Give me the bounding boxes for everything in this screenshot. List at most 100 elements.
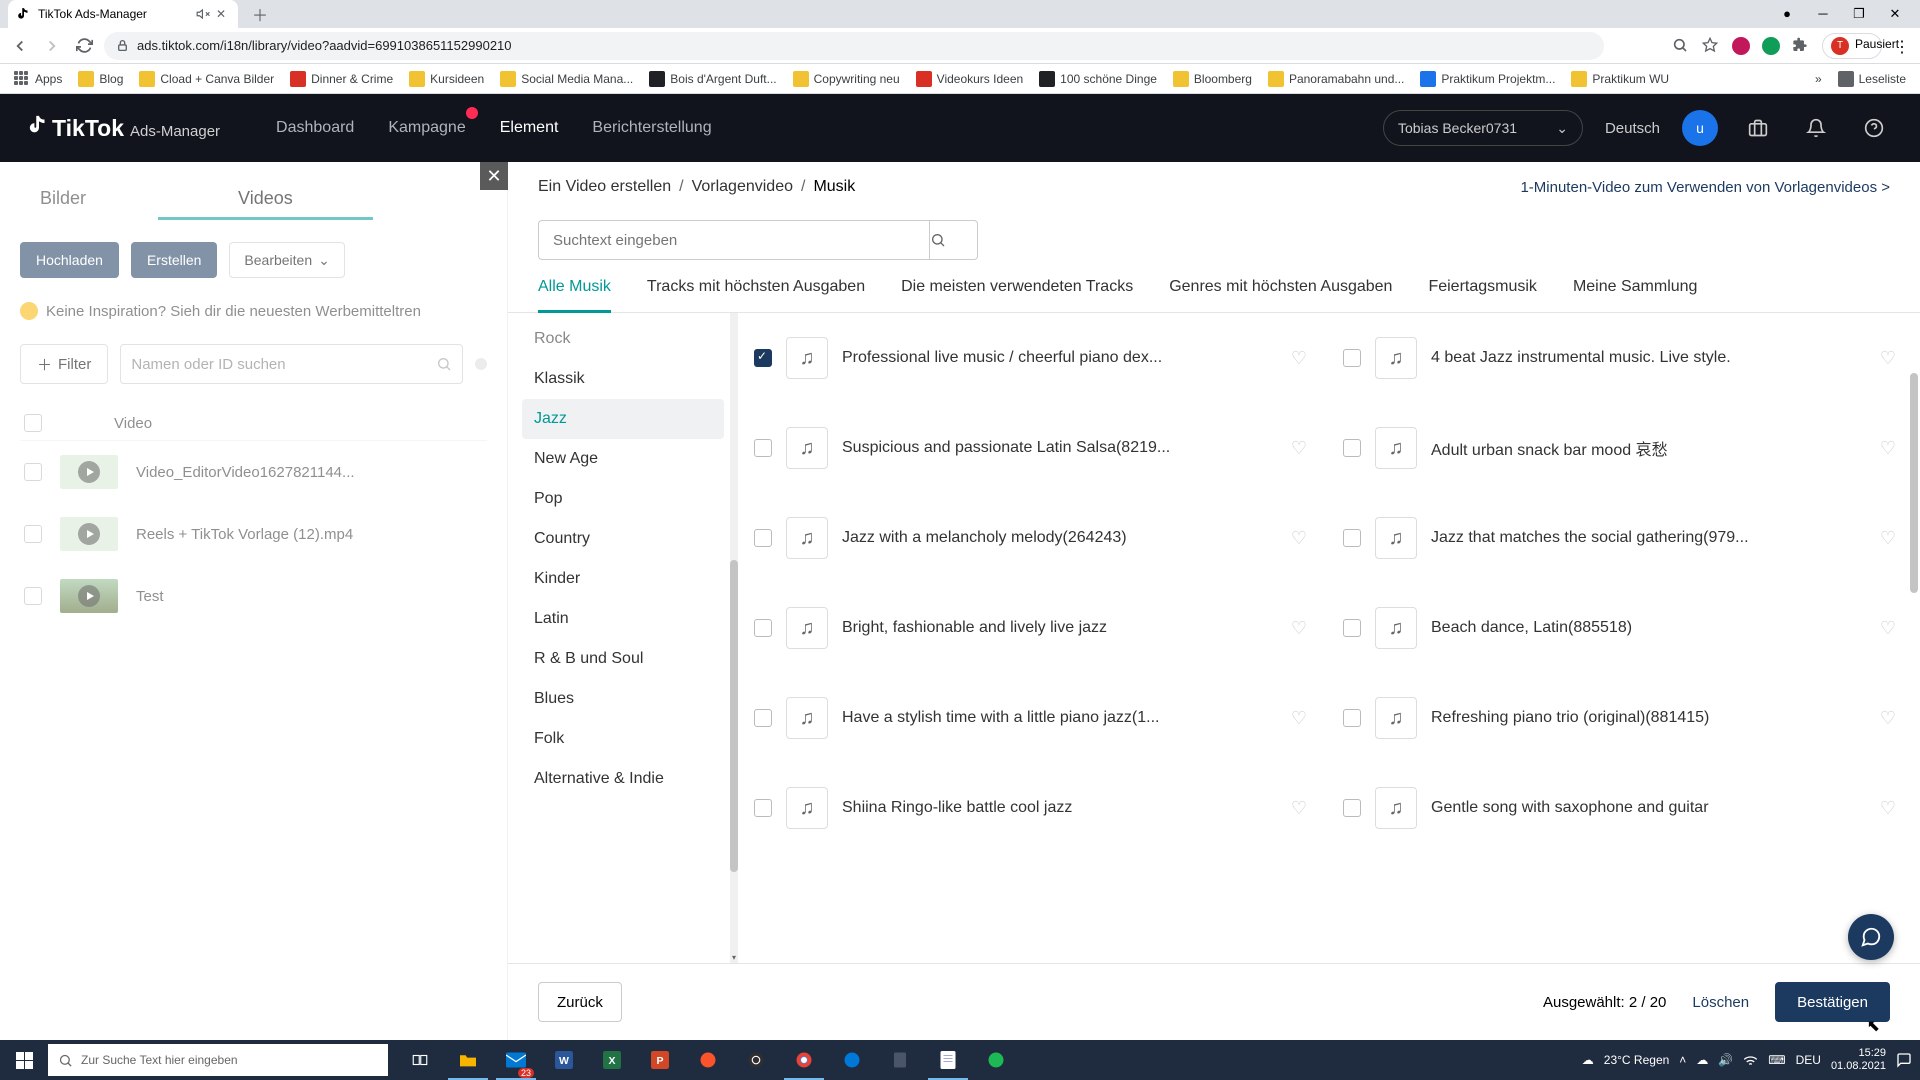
genre-klassik[interactable]: Klassik: [522, 359, 724, 399]
notepad-icon[interactable]: [924, 1040, 972, 1080]
video-thumbnail[interactable]: [60, 455, 118, 489]
bookmark-item[interactable]: Social Media Mana...: [494, 67, 639, 91]
minimize-icon[interactable]: ─: [1814, 6, 1832, 22]
profile-chip[interactable]: T Pausiert: [1822, 33, 1882, 59]
genre-jazz[interactable]: Jazz: [522, 399, 724, 439]
heart-icon[interactable]: ♡: [1880, 798, 1896, 819]
heart-icon[interactable]: ♡: [1880, 438, 1896, 459]
music-note-icon[interactable]: ♫: [786, 607, 828, 649]
wifi-icon[interactable]: [1743, 1054, 1758, 1066]
keyboard-icon[interactable]: ⌨: [1768, 1053, 1785, 1067]
music-note-icon[interactable]: ♫: [786, 337, 828, 379]
help-fab[interactable]: [1848, 914, 1894, 960]
brave-icon[interactable]: [684, 1040, 732, 1080]
genre-country[interactable]: Country: [522, 519, 724, 559]
bookmark-item[interactable]: Bois d'Argent Duft...: [643, 67, 782, 91]
music-note-icon[interactable]: ♫: [786, 697, 828, 739]
tiktok-logo[interactable]: TikTok Ads-Manager: [28, 114, 220, 142]
tab-bilder[interactable]: Bilder: [20, 180, 126, 220]
music-note-icon[interactable]: ♫: [786, 427, 828, 469]
erstellen-button[interactable]: Erstellen: [131, 242, 217, 278]
help-video-link[interactable]: 1-Minuten-Video zum Verwenden von Vorlag…: [1520, 179, 1890, 196]
track-checkbox[interactable]: [1343, 619, 1361, 637]
genre-newage[interactable]: New Age: [522, 439, 724, 479]
reload-icon[interactable]: [72, 34, 96, 58]
video-row[interactable]: Video_EditorVideo1627821144...: [20, 441, 487, 503]
delete-link[interactable]: Löschen: [1692, 994, 1749, 1011]
track-checkbox[interactable]: [754, 439, 772, 457]
track-item[interactable]: ♫Refreshing piano trio (original)(881415…: [1343, 697, 1896, 739]
track-item[interactable]: ♫Jazz with a melancholy melody(264243)♡: [754, 517, 1307, 559]
track-checkbox[interactable]: [754, 349, 772, 367]
crumb-1[interactable]: Ein Video erstellen: [538, 178, 671, 196]
briefcase-icon[interactable]: [1740, 110, 1776, 146]
inspiration-banner[interactable]: Keine Inspiration? Sieh dir die neuesten…: [20, 302, 487, 320]
bookmark-item[interactable]: Praktikum Projektm...: [1414, 67, 1561, 91]
language-selector[interactable]: Deutsch: [1605, 120, 1660, 137]
nav-berichterstellung[interactable]: Berichterstellung: [592, 97, 711, 159]
tab-videos[interactable]: Videos: [158, 180, 373, 220]
bookmark-leseliste[interactable]: Leseliste: [1832, 67, 1912, 91]
bookmark-item[interactable]: Copywriting neu: [787, 67, 906, 91]
ext1-icon[interactable]: [1732, 37, 1750, 55]
bookmark-apps[interactable]: Apps: [8, 67, 68, 91]
address-bar[interactable]: ads.tiktok.com/i18n/library/video?aadvid…: [104, 32, 1604, 60]
track-item[interactable]: ♫Adult urban snack bar mood 哀愁♡: [1343, 427, 1896, 469]
star-icon[interactable]: [1702, 37, 1720, 55]
video-search-input[interactable]: [131, 356, 436, 373]
bell-icon[interactable]: [1798, 110, 1834, 146]
heart-icon[interactable]: ♡: [1880, 708, 1896, 729]
video-row[interactable]: Reels + TikTok Vorlage (12).mp4: [20, 503, 487, 565]
video-thumbnail[interactable]: [60, 517, 118, 551]
heart-icon[interactable]: ♡: [1880, 348, 1896, 369]
taskbar-search[interactable]: Zur Suche Text hier eingeben: [48, 1044, 388, 1076]
audio-muted-icon[interactable]: [196, 7, 210, 21]
notification-icon[interactable]: [1896, 1052, 1912, 1068]
hochladen-button[interactable]: Hochladen: [20, 242, 119, 278]
track-item[interactable]: ♫Shiina Ringo-like battle cool jazz♡: [754, 787, 1307, 829]
music-tab-verwendet[interactable]: Die meisten verwendeten Tracks: [901, 278, 1133, 312]
bookmark-item[interactable]: Praktikum WU: [1565, 67, 1675, 91]
browser-tab[interactable]: TikTok Ads-Manager ✕: [8, 0, 238, 28]
heart-icon[interactable]: ♡: [1291, 798, 1307, 819]
back-icon[interactable]: [8, 34, 32, 58]
tracks-scrollbar-thumb[interactable]: [1910, 373, 1918, 593]
bearbeiten-button[interactable]: Bearbeiten⌄: [229, 242, 344, 278]
scroll-down-icon[interactable]: ▾: [730, 953, 738, 963]
music-tab-ausgaben[interactable]: Tracks mit höchsten Ausgaben: [647, 278, 865, 312]
obs-icon[interactable]: [732, 1040, 780, 1080]
heart-icon[interactable]: ♡: [1291, 618, 1307, 639]
menu-icon[interactable]: ⋮: [1894, 37, 1912, 55]
crumb-2[interactable]: Vorlagenvideo: [692, 178, 793, 196]
chrome-icon[interactable]: [780, 1040, 828, 1080]
nav-dashboard[interactable]: Dashboard: [276, 97, 354, 159]
task-view-icon[interactable]: [396, 1040, 444, 1080]
track-item[interactable]: ♫Bright, fashionable and lively live jaz…: [754, 607, 1307, 649]
genre-rnb[interactable]: R & B und Soul: [522, 639, 724, 679]
music-note-icon[interactable]: ♫: [1375, 517, 1417, 559]
track-checkbox[interactable]: [754, 709, 772, 727]
music-note-icon[interactable]: ♫: [786, 787, 828, 829]
music-note-icon[interactable]: ♫: [1375, 607, 1417, 649]
track-checkbox[interactable]: [754, 619, 772, 637]
bookmark-item[interactable]: Blog: [72, 67, 129, 91]
music-tab-sammlung[interactable]: Meine Sammlung: [1573, 278, 1698, 312]
heart-icon[interactable]: ♡: [1880, 528, 1896, 549]
bookmark-item[interactable]: Bloomberg: [1167, 67, 1258, 91]
track-checkbox[interactable]: [754, 529, 772, 547]
video-search[interactable]: [120, 344, 463, 384]
music-note-icon[interactable]: ♫: [1375, 337, 1417, 379]
spotify-icon[interactable]: [972, 1040, 1020, 1080]
music-search-input[interactable]: [538, 220, 930, 260]
maximize-icon[interactable]: ❐: [1850, 6, 1868, 22]
start-button[interactable]: [0, 1040, 48, 1080]
ext2-icon[interactable]: [1762, 37, 1780, 55]
bookmark-item[interactable]: 100 schöne Dinge: [1033, 67, 1163, 91]
music-tab-genres[interactable]: Genres mit höchsten Ausgaben: [1169, 278, 1392, 312]
bookmark-item[interactable]: Videokurs Ideen: [910, 67, 1030, 91]
tray-chevron-icon[interactable]: ˄: [1679, 1053, 1686, 1067]
extensions-icon[interactable]: [1792, 37, 1810, 55]
genre-scrollbar-thumb[interactable]: [730, 560, 738, 872]
track-checkbox[interactable]: [754, 799, 772, 817]
row-checkbox[interactable]: [24, 587, 42, 605]
